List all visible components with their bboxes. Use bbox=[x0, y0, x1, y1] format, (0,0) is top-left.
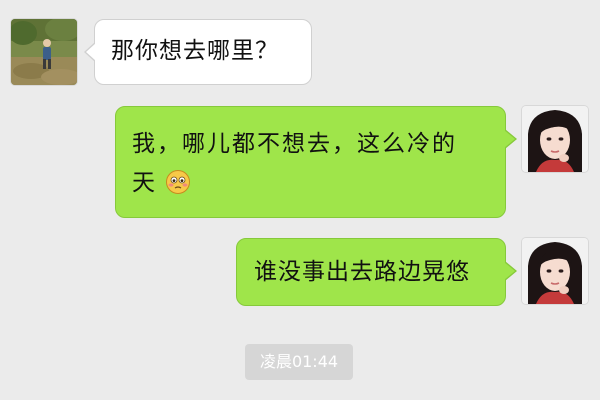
contact-avatar[interactable] bbox=[11, 19, 77, 85]
message-text: 谁没事出去路边晃悠 bbox=[254, 259, 470, 285]
timestamp-label: 凌晨01:44 bbox=[245, 344, 353, 380]
chat-window: 那你想去哪里？ 我，哪儿都不想去，这么冷的 天 谁没事出去路边晃悠 凌晨01:4… bbox=[0, 0, 600, 400]
message-text-line: 天 bbox=[132, 164, 489, 203]
message-text: 天 bbox=[132, 170, 155, 196]
received-message-bubble[interactable]: 那你想去哪里？ bbox=[84, 19, 312, 85]
sent-message-bubble[interactable]: 谁没事出去路边晃悠 bbox=[236, 238, 517, 306]
message-text: 那你想去哪里？ bbox=[111, 38, 279, 64]
landscape-photo-icon bbox=[11, 19, 77, 85]
shy-face-emoji-icon bbox=[166, 170, 191, 194]
self-avatar[interactable] bbox=[522, 106, 588, 172]
message-text-line: 我，哪儿都不想去，这么冷的 bbox=[132, 131, 457, 157]
self-avatar[interactable] bbox=[522, 238, 588, 304]
girl-portrait-icon bbox=[522, 238, 588, 304]
girl-portrait-icon bbox=[522, 106, 588, 172]
sent-message-bubble[interactable]: 我，哪儿都不想去，这么冷的 天 bbox=[115, 106, 517, 218]
